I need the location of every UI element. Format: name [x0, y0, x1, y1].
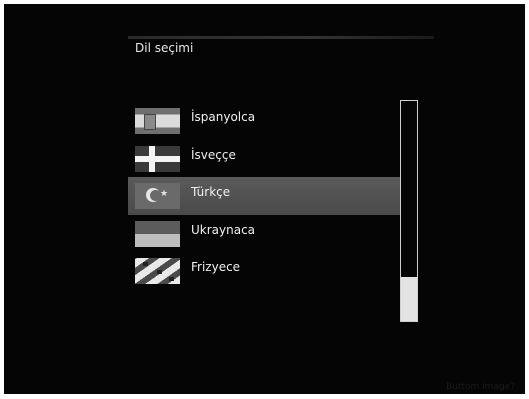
language-label: Ukraynaca [191, 222, 256, 237]
turkey-flag-icon: ★ [135, 183, 180, 209]
language-label: Frizyece [191, 260, 241, 274]
spain-flag-icon [135, 108, 180, 134]
screen: Dil seçimi Vu+ İspanyolca İsveççe ★ Türk… [4, 4, 525, 394]
scrollbar-thumb[interactable] [401, 277, 417, 321]
ukraine-flag-icon [135, 220, 180, 247]
footer-text: Buttom image? [446, 382, 515, 392]
language-item-turkish[interactable]: ★ Türkçe [128, 177, 400, 215]
language-item-frisian[interactable]: Frizyece [128, 252, 400, 290]
language-label: Türkçe [191, 185, 231, 199]
language-label: İsveççe [191, 147, 236, 162]
frisian-flag-icon [135, 258, 180, 284]
sweden-flag-icon [135, 145, 180, 172]
language-label: İspanyolca [191, 110, 256, 124]
language-item-ukrainian[interactable]: Ukraynaca [128, 215, 400, 253]
scrollbar[interactable] [400, 100, 418, 322]
language-list: İspanyolca İsveççe ★ Türkçe Ukraynaca Fr… [128, 102, 400, 290]
language-item-spanish[interactable]: İspanyolca [128, 102, 400, 140]
page-title: Dil seçimi [135, 41, 194, 55]
title-divider [128, 36, 434, 39]
language-item-swedish[interactable]: İsveççe [128, 140, 400, 178]
